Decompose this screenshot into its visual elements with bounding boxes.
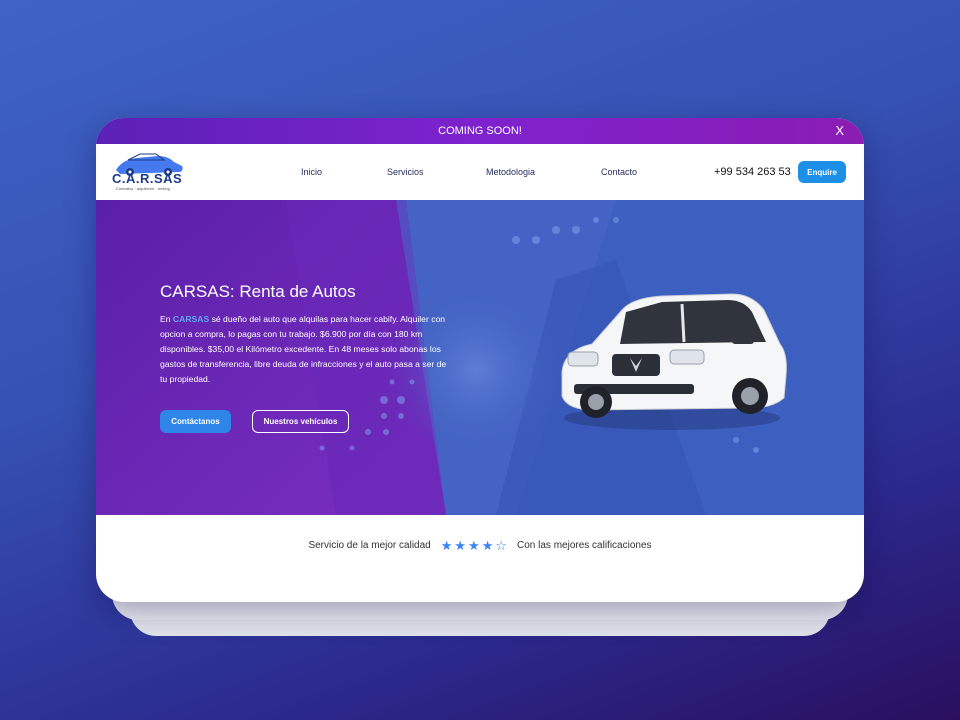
star-filled-icon: ★ [440, 537, 453, 553]
nav-item-servicios[interactable]: Servicios [387, 167, 424, 177]
car-image [561, 293, 787, 430]
rating-bar: Servicio de la mejor calidad ★ ★ ★ ★ ☆ C… [96, 515, 864, 575]
star-filled-icon: ★ [468, 537, 480, 553]
enquire-button[interactable]: Enquire [798, 161, 846, 183]
close-icon[interactable]: X [835, 123, 844, 138]
brand-name: C.A.R.SAS [112, 171, 183, 186]
announcement-text: COMING SOON! [438, 125, 522, 137]
vehicles-button[interactable]: Nuestros vehículos [252, 410, 349, 433]
nav-item-contacto[interactable]: Contacto [601, 167, 637, 177]
brand-tagline: Contratos · alquileres · renting [116, 186, 170, 191]
announcement-bar: COMING SOON! X [96, 118, 864, 144]
rating-right-text: Con las mejores calificaciones [517, 539, 652, 551]
hero-content: CARSAS: Renta de Autos En CARSAS sé dueñ… [160, 282, 450, 387]
navbar: C.A.R.SAS Contratos · alquileres · renti… [96, 144, 864, 200]
nav-item-inicio[interactable]: Inicio [301, 167, 322, 177]
contact-button[interactable]: Contáctanos [160, 410, 231, 433]
star-filled-icon: ★ [481, 537, 494, 553]
rating-left-text: Servicio de la mejor calidad [308, 539, 431, 551]
hero-description: En CARSAS sé dueño del auto que alquilas… [160, 314, 447, 384]
hero-section: CARSAS: Renta de Autos En CARSAS sé dueñ… [96, 200, 864, 515]
website-preview-card: COMING SOON! X C.A.R.SAS Contratos · alq… [96, 118, 864, 602]
phone-number[interactable]: +99 534 263 53 [714, 166, 791, 178]
nav-item-metodologia[interactable]: Metodologia [486, 167, 535, 177]
star-empty-icon: ☆ [495, 537, 508, 553]
star-filled-icon: ★ [454, 537, 467, 553]
hero-title: CARSAS: Renta de Autos [160, 282, 356, 301]
hero-brand-highlight: CARSAS [172, 314, 210, 324]
star-rating: ★ ★ ★ ★ ☆ [441, 539, 507, 552]
